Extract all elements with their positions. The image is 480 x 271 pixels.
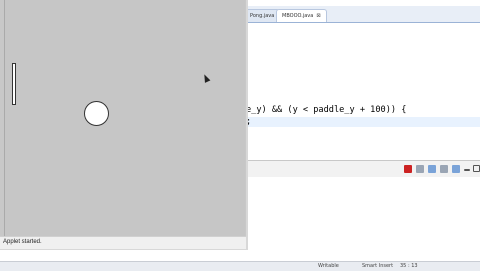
cursor-position-status: 35 : 13 xyxy=(400,263,418,269)
applet-canvas[interactable] xyxy=(4,0,245,236)
code-editor[interactable]: e_y) && (y < paddle_y + 100)) { ; xyxy=(246,23,480,155)
stop-icon[interactable] xyxy=(404,165,412,173)
minimize-icon[interactable] xyxy=(464,169,470,171)
clear-icon[interactable] xyxy=(416,165,424,173)
applet-status-text: Applet started. xyxy=(3,239,42,245)
console-output xyxy=(246,177,480,261)
scroll-lock-icon[interactable] xyxy=(428,165,436,173)
ball xyxy=(84,101,109,126)
code-line-current: ; xyxy=(246,117,480,127)
editor-tab-bar: Pong.java MBOOO.java ⊠ xyxy=(244,6,480,23)
tab-mbooo-java[interactable]: MBOOO.java ⊠ xyxy=(276,9,327,22)
close-icon[interactable]: ⊠ xyxy=(316,13,320,19)
paddle xyxy=(12,63,16,105)
pin-icon[interactable] xyxy=(440,165,448,173)
code-line: e_y) && (y < paddle_y + 100)) { xyxy=(246,105,407,115)
insert-mode-status: Smart Insert xyxy=(362,263,394,269)
applet-viewer-window: Applet started. xyxy=(0,0,248,250)
maximize-icon[interactable] xyxy=(473,165,480,172)
applet-status-bar: Applet started. xyxy=(0,236,246,249)
tab-pong-java[interactable]: Pong.java xyxy=(244,9,281,22)
console-view-toolbar xyxy=(246,160,480,178)
display-console-icon[interactable] xyxy=(452,165,460,173)
tab-label: MBOOO.java xyxy=(282,13,314,19)
tab-label: Pong.java xyxy=(250,13,275,19)
writable-status: Writable xyxy=(318,263,339,269)
